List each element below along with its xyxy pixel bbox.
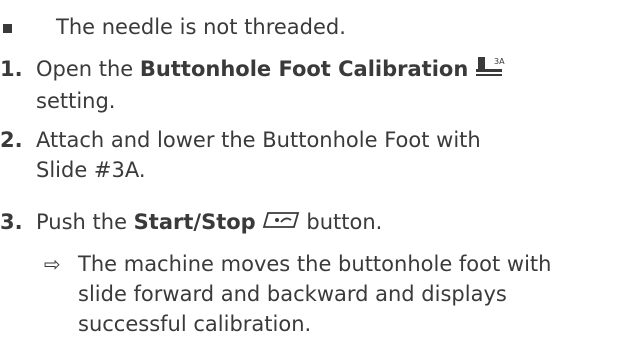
result-item: ⇨ The machine moves the buttonhole foot …: [44, 249, 598, 339]
setting-name: Buttonhole Foot Calibration: [139, 57, 469, 81]
start-stop-icon: [262, 208, 300, 238]
result-line-2: slide forward and backward and displays: [78, 282, 507, 306]
prerequisite-item: The needle is not threaded.: [0, 12, 346, 42]
step-line-1: Attach and lower the Buttonhole Foot wit…: [36, 128, 481, 152]
icon-label: 3A: [494, 57, 505, 66]
step-text: Attach and lower the Buttonhole Foot wit…: [36, 125, 596, 185]
result-arrow-icon: ⇨: [44, 252, 61, 276]
step-suffix: button.: [299, 210, 383, 234]
step-3: 3. Push the Start/Stop button.: [0, 207, 596, 238]
step-text: Push the Start/Stop button.: [36, 207, 596, 238]
bullet-square-icon: [3, 24, 12, 33]
button-name: Start/Stop: [133, 210, 256, 234]
buttonhole-foot-icon: 3A: [474, 54, 508, 86]
step-1: 1. Open the Buttonhole Foot Calibration …: [0, 54, 596, 116]
step-number: 2.: [0, 128, 23, 152]
result-line-3: successful calibration.: [78, 312, 312, 336]
step-2: 2. Attach and lower the Buttonhole Foot …: [0, 125, 596, 185]
result-text: The machine moves the buttonhole foot wi…: [78, 249, 598, 339]
step-line-2: Slide #3A.: [36, 158, 146, 182]
step-suffix: setting.: [36, 89, 116, 113]
step-prefix: Open the: [36, 57, 140, 81]
step-text: Open the Buttonhole Foot Calibration 3A …: [36, 54, 596, 116]
step-number: 1.: [0, 57, 23, 81]
prerequisite-text: The needle is not threaded.: [56, 15, 346, 39]
result-line-1: The machine moves the buttonhole foot wi…: [78, 252, 552, 276]
step-prefix: Push the: [36, 210, 134, 234]
step-number: 3.: [0, 210, 23, 234]
